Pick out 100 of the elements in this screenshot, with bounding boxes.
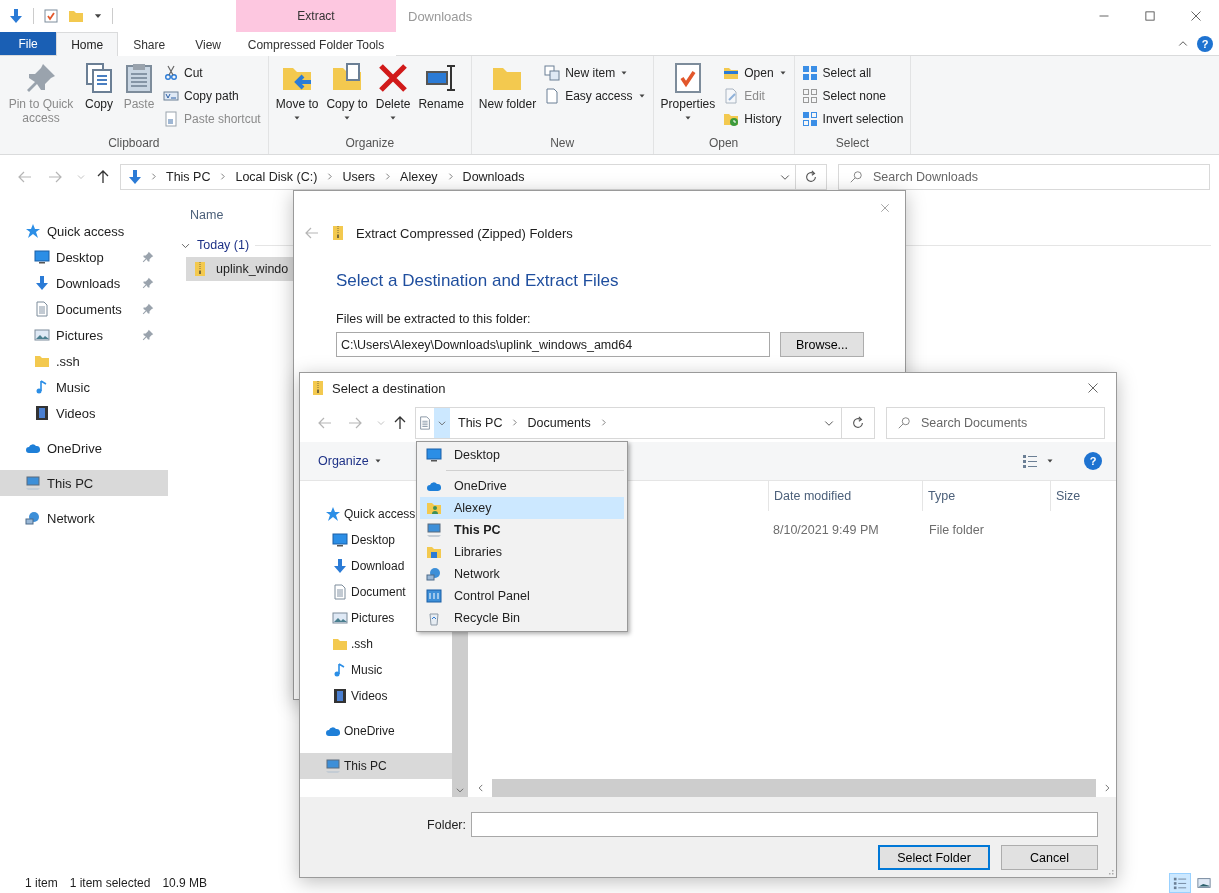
ribbon-button[interactable]: Move to (272, 60, 322, 124)
select-all-icon (801, 65, 818, 81)
ribbon-button[interactable]: New item (541, 62, 649, 84)
monitor-icon (426, 447, 442, 463)
chevron-right-icon (149, 172, 158, 181)
ribbon-button[interactable]: Open (720, 62, 790, 84)
column-header[interactable]: Type (922, 481, 1050, 511)
invert-selection-icon (801, 111, 818, 127)
ribbon-button[interactable]: Copy path (160, 85, 264, 107)
group-label: Clipboard (107, 136, 161, 152)
rename-icon (425, 62, 458, 94)
help-button[interactable]: ? (1197, 35, 1213, 52)
destination-field[interactable]: C:\Users\Alexey\Downloads\uplink_windows_amd64 (336, 332, 770, 357)
nav-item[interactable]: Videos (0, 400, 168, 426)
view-options-button[interactable] (1022, 453, 1054, 469)
nav-item[interactable]: .ssh (0, 348, 168, 374)
folder-field[interactable] (471, 812, 1098, 837)
dialog-button[interactable]: Select Folder (878, 845, 990, 870)
organize-button[interactable]: Organize (318, 454, 382, 468)
ribbon-tab[interactable]: Home (56, 32, 119, 56)
pin-icon[interactable] (142, 277, 154, 289)
search-icon (897, 415, 911, 430)
nav-item[interactable]: Downloads (0, 270, 168, 296)
address-bar[interactable]: This PC Local Disk (C:) Users Alexey Downloads (120, 163, 796, 190)
nav-item[interactable]: This PC (300, 753, 452, 779)
dialog-button[interactable]: Cancel (1001, 845, 1098, 870)
browse-button[interactable]: Browse... (780, 332, 864, 357)
group-label: Open (707, 136, 740, 152)
chevron-right-icon (383, 172, 393, 181)
column-header[interactable]: Size (1050, 481, 1116, 511)
edit-icon (723, 88, 740, 104)
refresh-button[interactable] (842, 406, 875, 439)
ribbon-button[interactable]: Delete (372, 60, 414, 124)
pin-icon[interactable] (142, 251, 154, 263)
folder-icon[interactable] (68, 8, 84, 24)
ribbon-button[interactable]: Copy to (323, 60, 371, 124)
details-view-icon (1173, 876, 1187, 890)
refresh-button[interactable] (796, 163, 827, 190)
document-icon (332, 584, 348, 600)
search-field[interactable]: Search Downloads (838, 163, 1210, 190)
breadcrumb[interactable]: This PC (456, 415, 505, 430)
nav-item[interactable]: Music (0, 374, 168, 400)
menu-item[interactable]: Desktop (420, 444, 624, 466)
ribbon-button[interactable]: Select none (798, 85, 907, 107)
ribbon-button[interactable]: Cut (160, 62, 264, 84)
recycle-bin-icon (426, 610, 442, 626)
table-cell-text: File folder (929, 523, 985, 537)
breadcrumb[interactable]: This PC (164, 169, 213, 184)
clipboard-icon (123, 62, 155, 94)
field-label: Files will be extracted to this folder: (336, 312, 532, 326)
menu-item[interactable]: Alexey (420, 497, 624, 519)
breadcrumb[interactable]: Users (340, 169, 378, 184)
ribbon-button[interactable]: New folder (475, 60, 540, 113)
nav-item[interactable]: Pictures (0, 322, 168, 348)
help-button[interactable]: ? (1084, 452, 1102, 470)
ribbon-button[interactable]: Copy (80, 60, 118, 113)
document-icon (418, 415, 432, 430)
group-label: New (549, 136, 576, 152)
ribbon-button[interactable]: Easy access (541, 85, 649, 107)
ribbon-button[interactable]: Properties (657, 60, 719, 124)
breadcrumb[interactable]: Documents (525, 415, 593, 430)
nav-item[interactable]: Quick access (0, 218, 168, 244)
pin-icon[interactable] (142, 329, 154, 341)
up-arrow-icon (95, 168, 111, 185)
open-folder-icon (723, 65, 740, 81)
monitor-icon (332, 532, 348, 548)
maximize-icon (1144, 10, 1156, 22)
download-arrow-icon[interactable] (8, 8, 24, 24)
star-icon (325, 506, 341, 522)
nav-item[interactable]: OneDrive (0, 435, 168, 461)
details-view-button[interactable] (1169, 873, 1191, 893)
nav-item[interactable]: This PC (0, 470, 168, 496)
nav-item[interactable]: Documents (0, 296, 168, 322)
ribbon-button[interactable]: Rename (415, 60, 467, 113)
chevron-left-icon[interactable] (476, 783, 486, 793)
pin-icon[interactable] (142, 303, 154, 315)
chevron-right-icon[interactable] (1102, 783, 1112, 793)
caret-icon (373, 457, 382, 465)
back-icon[interactable] (304, 225, 320, 241)
history-icon (723, 111, 740, 127)
scrollbar[interactable] (492, 779, 1096, 797)
nav-item[interactable]: .ssh (300, 631, 452, 657)
ribbon-button[interactable]: Invert selection (798, 108, 907, 130)
breadcrumb[interactable]: Downloads (460, 169, 527, 184)
nav-item[interactable]: Music (300, 657, 452, 683)
nav-item[interactable]: Videos (300, 683, 452, 709)
ribbon-tab[interactable]: File (0, 32, 57, 55)
ribbon-button[interactable]: History (720, 108, 790, 130)
address-bar[interactable]: This PC Documents (415, 406, 842, 439)
breadcrumb[interactable]: Alexey (398, 169, 440, 184)
large-icons-view-icon (1197, 876, 1211, 890)
checklist-icon[interactable] (43, 8, 59, 24)
search-field[interactable]: Search Documents (886, 406, 1105, 439)
nav-item[interactable]: Desktop (0, 244, 168, 270)
nav-item[interactable]: OneDrive (300, 718, 452, 744)
nav-item[interactable]: Network (0, 505, 168, 531)
breadcrumb[interactable]: Local Disk (C:) (233, 169, 320, 184)
ribbon-button[interactable]: Select all (798, 62, 907, 84)
menu-item[interactable]: OneDrive (420, 475, 624, 497)
column-header[interactable]: Date modified (768, 481, 922, 511)
